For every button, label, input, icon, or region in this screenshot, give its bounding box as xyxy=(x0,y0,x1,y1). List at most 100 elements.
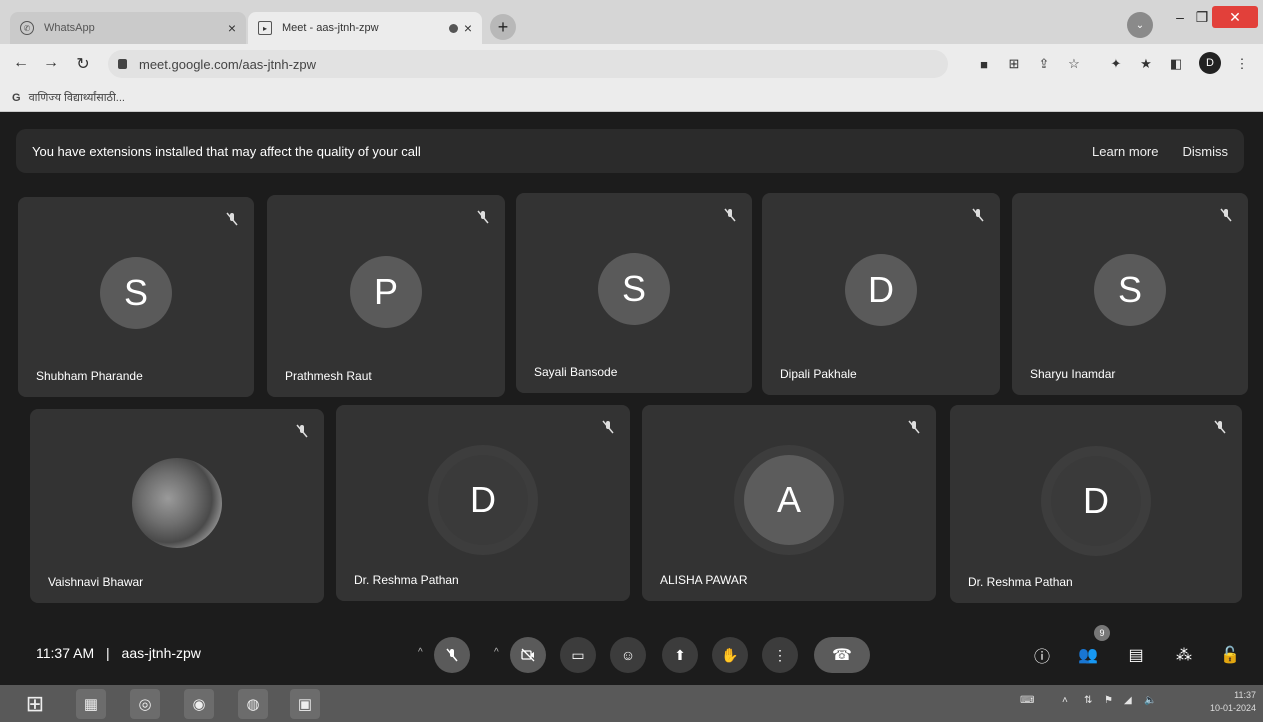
microphone-toggle-button[interactable] xyxy=(434,637,470,673)
learn-more-link[interactable]: Learn more xyxy=(1092,144,1158,159)
mic-off-icon xyxy=(724,208,736,222)
leave-call-button[interactable]: ☎ xyxy=(814,637,870,673)
reactions-button[interactable]: ☺ xyxy=(610,637,646,673)
keyboard-icon[interactable]: ⌨ xyxy=(1020,695,1034,706)
present-screen-button[interactable]: ⬆ xyxy=(662,637,698,673)
participant-tile[interactable]: S Sayali Bansode xyxy=(516,193,752,393)
tab-search-button[interactable]: ⌄ xyxy=(1127,12,1153,38)
chat-button[interactable]: ▤ xyxy=(1124,643,1148,667)
new-tab-button[interactable]: + xyxy=(490,14,516,40)
meeting-details-button[interactable]: ⓘ xyxy=(1030,643,1054,667)
banner-message: You have extensions installed that may a… xyxy=(32,143,421,159)
meeting-time: 11:37 AM xyxy=(36,645,95,661)
dismiss-button[interactable]: Dismiss xyxy=(1183,144,1229,159)
extensions-puzzle-icon[interactable]: ★ xyxy=(1136,55,1156,73)
address-bar[interactable]: meet.google.com/aas-jtnh-zpw xyxy=(108,50,948,78)
close-window-button[interactable]: ✕ xyxy=(1212,6,1258,28)
info-icon: ⓘ xyxy=(1033,649,1050,666)
taskbar-time: 11:37 xyxy=(1234,690,1256,700)
end-call-icon: ☎ xyxy=(832,647,852,664)
extension-icon[interactable]: ✦ xyxy=(1106,55,1126,73)
participant-tile[interactable]: S Shubham Pharande xyxy=(18,197,254,397)
participant-tile[interactable]: S Sharyu Inamdar xyxy=(1012,193,1248,395)
participant-tile[interactable]: A ALISHA PAWAR xyxy=(642,405,936,601)
taskbar-chrome-icon[interactable]: ◉ xyxy=(184,689,214,719)
bookmark-item[interactable]: वाणिज्य विद्यार्थ्यांसाठी... xyxy=(29,90,125,105)
windows-start-icon[interactable]: ⊞ xyxy=(20,689,50,719)
taskbar-chrome-icon[interactable]: ◎ xyxy=(130,689,160,719)
mic-off-icon xyxy=(1214,420,1226,434)
whatsapp-icon: ✆ xyxy=(20,21,34,35)
people-icon: 👥 xyxy=(1078,647,1098,664)
participant-tile[interactable]: D Dipali Pakhale xyxy=(762,193,1000,395)
taskbar-date: 10-01-2024 xyxy=(1209,703,1256,713)
google-icon: G xyxy=(12,91,21,104)
participant-photo-avatar xyxy=(132,458,222,548)
profile-avatar[interactable]: D xyxy=(1199,52,1221,74)
flag-icon[interactable]: ⚑ xyxy=(1104,695,1113,706)
tab-whatsapp[interactable]: ✆ WhatsApp × xyxy=(10,12,246,44)
browser-tab-bar: ✆ WhatsApp × ▸ Meet - aas-jtnh-zpw × + ⌄… xyxy=(0,0,1263,44)
captions-button[interactable]: ▭ xyxy=(560,637,596,673)
captions-icon: ▭ xyxy=(571,646,585,663)
camera-off-icon xyxy=(521,648,535,662)
minimize-button[interactable]: – xyxy=(1170,6,1190,28)
participant-name: Dr. Reshma Pathan xyxy=(354,573,459,587)
participant-avatar: D xyxy=(438,455,528,545)
translate-icon[interactable]: ⊞ xyxy=(1004,55,1024,73)
tab-title: Meet - aas-jtnh-zpw xyxy=(282,22,379,34)
share-icon[interactable]: ⇪ xyxy=(1034,55,1054,73)
participant-avatar: P xyxy=(350,256,422,328)
participant-name: Dipali Pakhale xyxy=(780,367,857,381)
mic-off-icon xyxy=(446,648,458,662)
taskbar-clock[interactable]: 11:37 10-01-2024 xyxy=(1190,689,1256,715)
hand-icon: ✋ xyxy=(721,646,739,663)
participant-name: Sayali Bansode xyxy=(534,365,618,379)
maximize-button[interactable]: ❐ xyxy=(1192,6,1212,28)
taskbar-app-icon[interactable]: ▦ xyxy=(76,689,106,719)
extension-warning-banner: You have extensions installed that may a… xyxy=(16,129,1244,173)
activities-button[interactable]: ⁂ xyxy=(1172,643,1196,667)
meet-icon: ▸ xyxy=(258,21,272,35)
present-icon: ⬆ xyxy=(674,646,686,663)
mic-off-icon xyxy=(226,212,238,226)
volume-icon[interactable]: 🔈 xyxy=(1144,695,1156,706)
tray-overflow-icon[interactable]: ˄ xyxy=(1062,695,1068,706)
close-tab-icon[interactable]: × xyxy=(464,20,472,36)
people-button[interactable]: 👥 xyxy=(1076,643,1100,667)
activities-icon: ⁂ xyxy=(1176,647,1192,664)
participant-tile[interactable]: D Dr. Reshma Pathan xyxy=(950,405,1242,603)
participant-avatar: S xyxy=(598,253,670,325)
side-panel-icon[interactable]: ◧ xyxy=(1166,55,1186,73)
menu-kebab-icon[interactable]: ⋮ xyxy=(1232,55,1252,73)
close-tab-icon[interactable]: × xyxy=(228,20,236,36)
more-options-button[interactable]: ⋮ xyxy=(762,637,798,673)
forward-button[interactable]: → xyxy=(40,54,62,72)
participant-name: ALISHA PAWAR xyxy=(660,573,748,587)
audio-options-caret-icon[interactable]: ^ xyxy=(418,647,423,658)
video-options-caret-icon[interactable]: ^ xyxy=(494,647,499,658)
bookmarks-bar: G वाणिज्य विद्यार्थ्यांसाठी... xyxy=(0,84,1263,112)
tab-meet[interactable]: ▸ Meet - aas-jtnh-zpw × xyxy=(248,12,482,44)
participant-avatar: S xyxy=(100,257,172,329)
participant-avatar: D xyxy=(1051,456,1141,546)
participant-name: Prathmesh Raut xyxy=(285,369,372,383)
taskbar-app-icon[interactable]: ◍ xyxy=(238,689,268,719)
back-button[interactable]: ← xyxy=(10,54,32,72)
taskbar-app-icon[interactable]: ▣ xyxy=(290,689,320,719)
network-icon[interactable]: ⇅ xyxy=(1084,695,1092,706)
bookmark-star-icon[interactable]: ☆ xyxy=(1064,55,1084,73)
participant-tile[interactable]: D Dr. Reshma Pathan xyxy=(336,405,630,601)
chat-icon: ▤ xyxy=(1128,647,1144,664)
wifi-icon[interactable]: ◢ xyxy=(1124,695,1132,706)
participant-name: Dr. Reshma Pathan xyxy=(968,575,1073,589)
meeting-code: aas-jtnh-zpw xyxy=(121,645,201,661)
host-controls-button[interactable]: 🔓 xyxy=(1218,643,1242,667)
camera-toggle-button[interactable] xyxy=(510,637,546,673)
participant-avatar: D xyxy=(845,254,917,326)
reload-button[interactable]: ↻ xyxy=(72,54,94,74)
camera-icon[interactable]: ■ xyxy=(974,55,994,73)
participant-tile[interactable]: Vaishnavi Bhawar xyxy=(30,409,324,603)
raise-hand-button[interactable]: ✋ xyxy=(712,637,748,673)
participant-tile[interactable]: P Prathmesh Raut xyxy=(267,195,505,397)
